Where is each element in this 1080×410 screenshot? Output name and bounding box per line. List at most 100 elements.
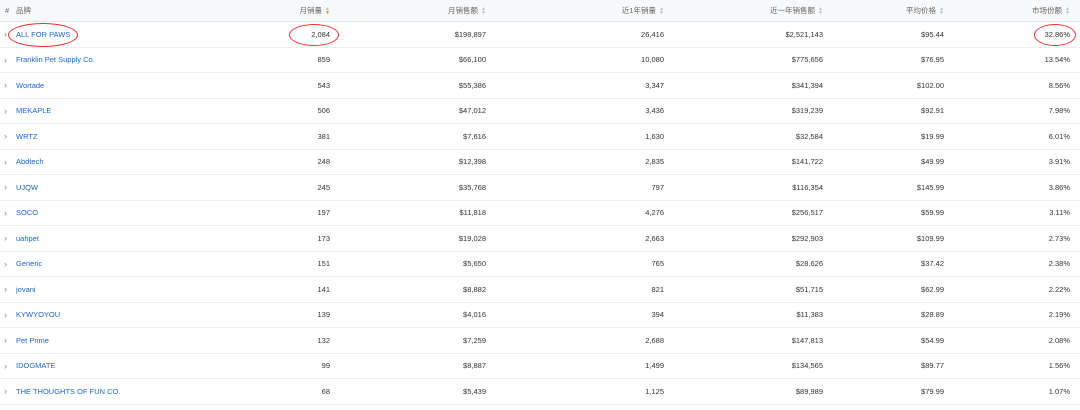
monthly-revenue-cell: $47,012 (458, 106, 486, 116)
yearly-sales-cell: 2,688 (645, 335, 664, 345)
yearly-revenue-cell: $134,565 (791, 361, 823, 371)
yearly-revenue-cell: $89,989 (795, 386, 823, 396)
avg-price-cell: $19.99 (921, 131, 944, 141)
chevron-right-icon[interactable]: › (4, 277, 14, 302)
brand-link[interactable]: Abdtech (16, 157, 44, 166)
chevron-right-icon[interactable]: › (4, 175, 14, 200)
yearly-sales-cell: 394 (651, 310, 664, 320)
monthly-sales-cell: 173 (317, 233, 330, 243)
yearly-sales-cell: 1,499 (645, 361, 664, 371)
brand-table: # 品牌 月销量 ▲ ▼ 月销售额 ▲ ▼ 近1年销量 ▲ ▼ 近一年销售额 ▲ ▼ 平… (0, 0, 1080, 405)
market-share-cell: 1.07% (1048, 386, 1070, 396)
header-monthly-revenue[interactable]: 月销售额 ▲ ▼ (346, 0, 486, 21)
chevron-right-icon[interactable]: › (4, 252, 14, 277)
yearly-revenue-cell: $292,903 (791, 233, 823, 243)
header-avg-price[interactable]: 平均价格 ▲ ▼ (834, 0, 944, 21)
monthly-sales-cell: 2,084 (311, 29, 330, 39)
brand-link[interactable]: Franklin Pet Supply Co. (16, 55, 95, 64)
brand-link[interactable]: MEKAPLE (16, 106, 51, 115)
table-header: # 品牌 月销量 ▲ ▼ 月销售额 ▲ ▼ 近1年销量 ▲ ▼ 近一年销售额 ▲ ▼ 平… (0, 0, 1080, 22)
monthly-sales-cell: 151 (317, 259, 330, 269)
brand-link[interactable]: SOCO (16, 208, 38, 217)
avg-price-cell: $109.99 (916, 233, 944, 243)
table-row: › IDOGMATE 99 $8,887 1,499 $134,565 $89.77 1.56… (0, 354, 1080, 379)
header-monthly-sales-label: 月销量 (299, 6, 323, 15)
monthly-revenue-cell: $7,259 (463, 335, 486, 345)
chevron-right-icon[interactable]: › (4, 124, 14, 149)
monthly-revenue-cell: $19,028 (458, 233, 486, 243)
avg-price-cell: $145.99 (916, 182, 944, 192)
sort-icon[interactable]: ▲ ▼ (659, 6, 664, 15)
chevron-right-icon[interactable]: › (4, 73, 14, 98)
brand-link[interactable]: ALL FOR PAWS (16, 30, 70, 39)
chevron-right-icon[interactable]: › (4, 150, 14, 175)
sort-icon[interactable]: ▲ ▼ (939, 6, 944, 15)
brand-link[interactable]: Generic (16, 259, 42, 268)
yearly-sales-cell: 797 (651, 182, 664, 192)
market-share-cell: 3.91% (1048, 157, 1070, 167)
chevron-right-icon[interactable]: › (4, 303, 14, 328)
avg-price-cell: $37.42 (921, 259, 944, 269)
brand-link[interactable]: IDOGMATE (16, 361, 55, 370)
header-monthly-sales[interactable]: 月销量 ▲ ▼ (210, 0, 330, 21)
chevron-right-icon[interactable]: › (4, 379, 14, 404)
chevron-right-icon[interactable]: › (4, 22, 14, 47)
sort-icon[interactable]: ▲ ▼ (818, 6, 823, 15)
market-share-cell: 8.56% (1048, 80, 1070, 90)
chevron-right-icon[interactable]: › (4, 201, 14, 226)
yearly-sales-cell: 26,416 (641, 29, 664, 39)
avg-price-cell: $76.95 (921, 55, 944, 65)
table-row: › THE THOUGHTS OF FUN CO. 68 $5,439 1,125 $89… (0, 379, 1080, 405)
market-share-cell: 2.08% (1048, 335, 1070, 345)
yearly-sales-cell: 4,276 (645, 208, 664, 218)
brand-link[interactable]: UJQW (16, 183, 38, 192)
brand-link[interactable]: THE THOUGHTS OF FUN CO. (16, 387, 120, 396)
avg-price-cell: $54.99 (921, 335, 944, 345)
brand-link[interactable]: KYWYOYOU (16, 310, 60, 319)
brand-link[interactable]: Wortade (16, 81, 44, 90)
monthly-sales-cell: 381 (317, 131, 330, 141)
sort-icon[interactable]: ▲ ▼ (1065, 6, 1070, 15)
header-monthly-revenue-label: 月销售额 (448, 6, 479, 15)
sort-icon[interactable]: ▲ ▼ (325, 6, 330, 15)
header-yearly-revenue[interactable]: 近一年销售额 ▲ ▼ (683, 0, 823, 21)
table-body: › ALL FOR PAWS 2,084 $198,897 26,416 $2,521,1… (0, 22, 1080, 405)
chevron-right-icon[interactable]: › (4, 328, 14, 353)
monthly-sales-cell: 68 (321, 386, 330, 396)
monthly-sales-cell: 859 (317, 55, 330, 65)
chevron-right-icon[interactable]: › (4, 354, 14, 379)
table-row: › KYWYOYOU 139 $4,016 394 $11,383 $28.89 2.19% (0, 303, 1080, 328)
sort-icon[interactable]: ▲ ▼ (481, 6, 486, 15)
header-yearly-revenue-label: 近一年销售额 (770, 6, 816, 15)
header-yearly-sales-label: 近1年销量 (621, 6, 657, 15)
yearly-revenue-cell: $319,239 (791, 106, 823, 116)
monthly-revenue-cell: $5,650 (463, 259, 486, 269)
header-market-share[interactable]: 市场份额 ▲ ▼ (960, 0, 1070, 21)
avg-price-cell: $62.99 (921, 284, 944, 294)
monthly-sales-cell: 139 (317, 310, 330, 320)
market-share-cell: 32.86% (1044, 29, 1070, 39)
brand-link[interactable]: WRTZ (16, 132, 38, 141)
header-yearly-sales[interactable]: 近1年销量 ▲ ▼ (524, 0, 664, 21)
chevron-right-icon[interactable]: › (4, 48, 14, 73)
brand-link[interactable]: Pet Prime (16, 336, 49, 345)
monthly-sales-cell: 132 (317, 335, 330, 345)
table-row: › Franklin Pet Supply Co. 859 $66,100 10,080… (0, 48, 1080, 73)
market-share-cell: 3.11% (1049, 208, 1070, 218)
header-hash: # (5, 6, 10, 15)
monthly-revenue-cell: $7,616 (463, 131, 486, 141)
market-share-cell: 2.19% (1048, 310, 1070, 320)
table-row: › Abdtech 248 $12,398 2,835 $141,722 $49.99 3.9… (0, 150, 1080, 175)
yearly-revenue-cell: $775,656 (791, 55, 823, 65)
table-row: › jovani 141 $8,882 821 $51,715 $62.99 2.22% (0, 277, 1080, 303)
chevron-right-icon[interactable]: › (4, 226, 14, 251)
market-share-cell: 2.38% (1048, 259, 1070, 269)
header-avg-price-label: 平均价格 (906, 6, 937, 15)
yearly-sales-cell: 821 (651, 284, 664, 294)
yearly-sales-cell: 10,080 (641, 55, 664, 65)
brand-link[interactable]: uahpet (16, 234, 39, 243)
monthly-sales-cell: 248 (317, 157, 330, 167)
chevron-right-icon[interactable]: › (4, 99, 14, 124)
avg-price-cell: $28.89 (921, 310, 944, 320)
brand-link[interactable]: jovani (16, 285, 36, 294)
